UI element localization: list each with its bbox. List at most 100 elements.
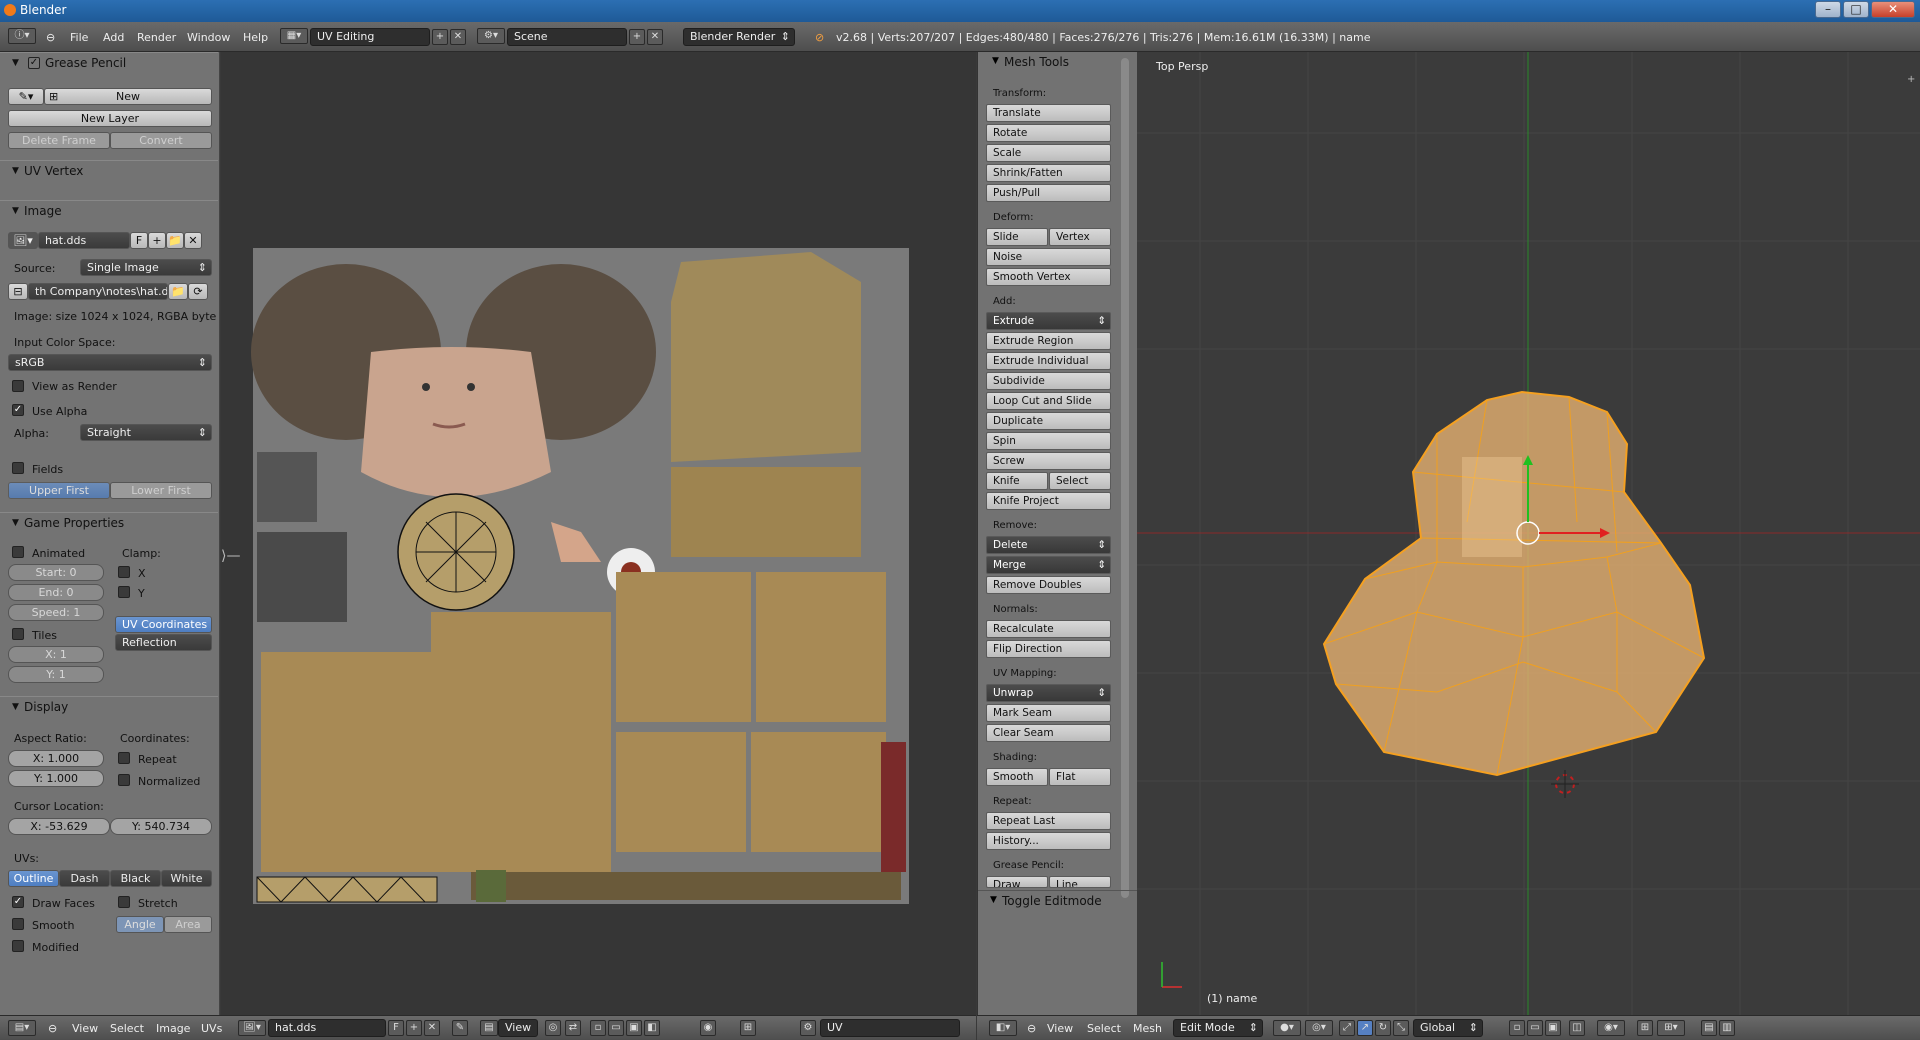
fake-user-button[interactable]: F (388, 1020, 404, 1036)
draw-button[interactable]: Draw (986, 876, 1048, 888)
remove-scene-icon[interactable]: ✕ (647, 29, 663, 45)
image-browse-icon[interactable]: 🖼▾ (8, 232, 38, 249)
delete-frame-button[interactable]: Delete Frame (8, 132, 110, 149)
fake-user-button[interactable]: F (130, 232, 148, 249)
cursor-y-field[interactable]: Y: 540.734 (110, 818, 212, 835)
snap-toggle-icon[interactable]: ⊞ (1637, 1020, 1653, 1036)
uv-select-mode-vertex-icon[interactable]: ▫ (590, 1020, 606, 1036)
scale-manipulator-icon[interactable]: ⤡ (1393, 1020, 1409, 1036)
animated-checkbox[interactable] (12, 546, 24, 558)
view-as-render-checkbox[interactable] (12, 380, 24, 392)
opengl-render-icon[interactable]: ▤ (1701, 1020, 1717, 1036)
screw-button[interactable]: Screw (986, 452, 1111, 470)
menu-mesh[interactable]: Mesh (1133, 1022, 1162, 1035)
clamp-x-checkbox[interactable] (118, 566, 130, 578)
upper-first-button[interactable]: Upper First (8, 482, 110, 499)
toggle-editmode-header[interactable]: ▼ Toggle Editmode (978, 890, 1138, 910)
menu-add[interactable]: Add (103, 31, 124, 44)
pencil-icon[interactable]: ✎▾ (8, 88, 44, 105)
grease-pencil-header[interactable]: ▼ ✓ Grease Pencil (0, 52, 218, 72)
reload-image-icon[interactable]: ⟳ (188, 283, 208, 300)
stretch-checkbox[interactable] (118, 896, 130, 908)
knife-button[interactable]: Knife (986, 472, 1048, 490)
outline-button[interactable]: Outline (8, 870, 59, 887)
collapse-menu-icon[interactable]: ⊖ (46, 31, 55, 44)
subdivide-button[interactable]: Subdivide (986, 372, 1111, 390)
scale-button[interactable]: Scale (986, 144, 1111, 162)
end-frame-field[interactable]: End: 0 (8, 584, 104, 601)
image-browse-icon[interactable]: 🖼▾ (238, 1020, 266, 1036)
editor-type-info-icon[interactable]: ⓘ▾ (8, 28, 36, 44)
menu-view[interactable]: View (1047, 1022, 1073, 1035)
mesh-tools-scrollbar[interactable] (1121, 58, 1129, 898)
image-name-field[interactable]: hat.dds (38, 232, 130, 249)
editor-type-3d-icon[interactable]: ◧▾ (989, 1020, 1017, 1036)
pin-icon[interactable]: ✎ (452, 1020, 468, 1036)
viewport-plus-icon[interactable]: + (1907, 74, 1915, 85)
snap-element-icon[interactable]: ⊞▾ (1657, 1020, 1685, 1036)
black-button[interactable]: Black (110, 870, 161, 887)
menu-view[interactable]: View (72, 1022, 98, 1035)
transform-orientation-selector[interactable]: Global ⇕ (1413, 1019, 1483, 1037)
rotate-manipulator-icon[interactable]: ↻ (1375, 1020, 1391, 1036)
add-scene-icon[interactable]: + (629, 29, 645, 45)
layout-selector[interactable]: UV Editing (310, 28, 430, 46)
reflection-button[interactable]: Reflection (115, 634, 212, 651)
render-engine-selector[interactable]: Blender Render ⇕ (683, 28, 795, 46)
collapse-menu-icon[interactable]: ⊖ (1027, 1022, 1036, 1035)
image-name-field[interactable]: hat.dds (268, 1019, 386, 1037)
face-select-icon[interactable]: ▣ (1545, 1020, 1561, 1036)
merge-dropdown[interactable]: Merge ⇕ (986, 556, 1111, 574)
menu-select[interactable]: Select (1087, 1022, 1121, 1035)
menu-select[interactable]: Select (110, 1022, 144, 1035)
maximize-button[interactable]: □ (1843, 1, 1869, 18)
normalized-checkbox[interactable] (118, 774, 130, 786)
source-dropdown[interactable]: Single Image ⇕ (80, 259, 212, 276)
unlink-image-icon[interactable]: ✕ (184, 232, 202, 249)
repeat-last-button[interactable]: Repeat Last (986, 812, 1111, 830)
spin-button[interactable]: Spin (986, 432, 1111, 450)
alpha-mode-dropdown[interactable]: Straight ⇕ (80, 424, 212, 441)
shrink-fatten-button[interactable]: Shrink/Fatten (986, 164, 1111, 182)
dash-button[interactable]: Dash (59, 870, 110, 887)
remove-layout-icon[interactable]: ✕ (450, 29, 466, 45)
draw-faces-checkbox[interactable]: ✓ (12, 896, 24, 908)
mode-selector[interactable]: Edit Mode ⇕ (1173, 1019, 1263, 1037)
vertex-select-icon[interactable]: ▫ (1509, 1020, 1525, 1036)
recalculate-button[interactable]: Recalculate (986, 620, 1111, 638)
menu-file[interactable]: File (70, 31, 88, 44)
uv-select-mode-face-icon[interactable]: ▣ (626, 1020, 642, 1036)
close-button[interactable]: ✕ (1871, 1, 1915, 18)
flip-direction-button[interactable]: Flip Direction (986, 640, 1111, 658)
repeat-checkbox[interactable] (118, 752, 130, 764)
aspect-x-field[interactable]: X: 1.000 (8, 750, 104, 767)
layout-icon[interactable]: ▦▾ (280, 28, 308, 44)
display-header[interactable]: ▼ Display (0, 696, 218, 716)
menu-image[interactable]: Image (156, 1022, 190, 1035)
cursor-x-field[interactable]: X: -53.629 (8, 818, 110, 835)
edge-select-icon[interactable]: ▭ (1527, 1020, 1543, 1036)
uv-channel-icon[interactable]: ⚙ (800, 1020, 816, 1036)
smooth-vertex-button[interactable]: Smooth Vertex (986, 268, 1111, 286)
clamp-y-checkbox[interactable] (118, 586, 130, 598)
tiles-checkbox[interactable] (12, 628, 24, 640)
uv-vertex-header[interactable]: ▼ UV Vertex (0, 160, 218, 180)
view-mode-dropdown[interactable]: View (498, 1019, 538, 1037)
mark-seam-button[interactable]: Mark Seam (986, 704, 1111, 722)
proportional-edit-icon[interactable]: ◉▾ (1597, 1020, 1625, 1036)
browse-file-icon[interactable]: 📁 (168, 283, 188, 300)
rotate-button[interactable]: Rotate (986, 124, 1111, 142)
uv-image-editor[interactable]: ⟩— (221, 52, 976, 1015)
aspect-y-field[interactable]: Y: 1.000 (8, 770, 104, 787)
editor-type-uv-icon[interactable]: ▤▾ (8, 1020, 36, 1036)
noise-button[interactable]: Noise (986, 248, 1111, 266)
remove-doubles-button[interactable]: Remove Doubles (986, 576, 1111, 594)
color-space-dropdown[interactable]: sRGB ⇕ (8, 354, 212, 371)
convert-button[interactable]: Convert (110, 132, 212, 149)
translate-manipulator-icon[interactable]: ↗ (1357, 1020, 1373, 1036)
area-button[interactable]: Area (164, 916, 212, 933)
unwrap-dropdown[interactable]: Unwrap ⇕ (986, 684, 1111, 702)
shade-smooth-button[interactable]: Smooth (986, 768, 1048, 786)
collapse-menu-icon[interactable]: ⊖ (48, 1022, 57, 1035)
translate-button[interactable]: Translate (986, 104, 1111, 122)
